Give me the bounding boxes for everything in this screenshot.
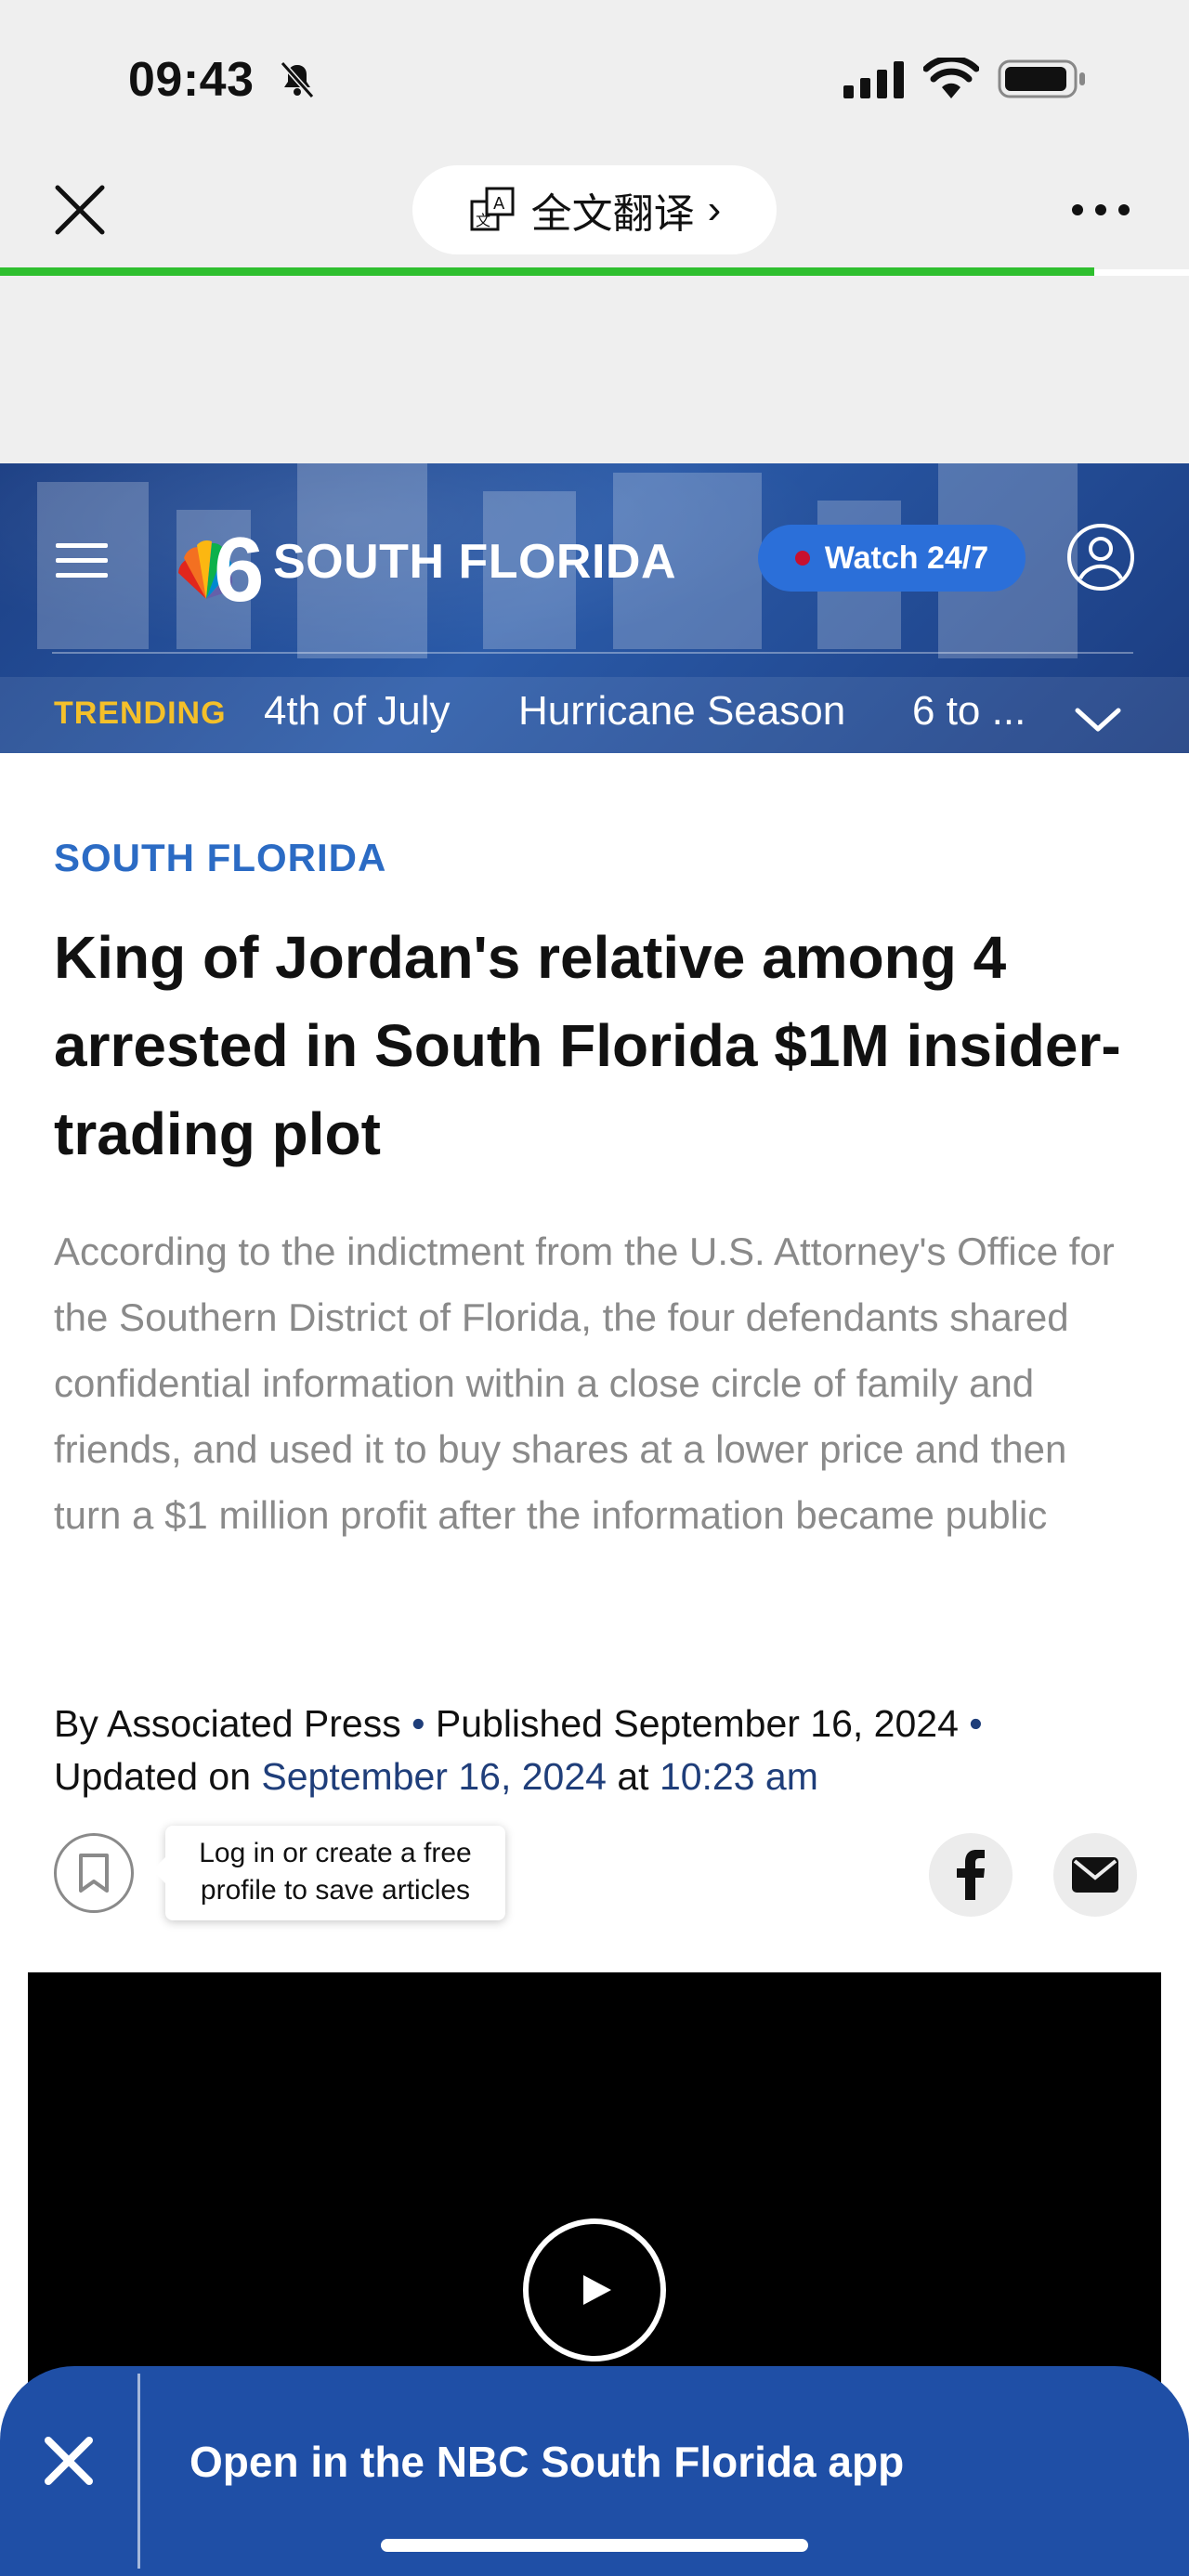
save-article-button[interactable] <box>54 1833 134 1913</box>
translate-button[interactable]: A 文 全文翻译 › <box>412 165 777 254</box>
trending-link[interactable]: 4th of July <box>264 688 451 735</box>
bell-slash-icon <box>280 61 315 98</box>
close-icon[interactable] <box>52 182 108 238</box>
chevron-right-icon: › <box>707 187 722 232</box>
ad-placeholder <box>0 276 1189 463</box>
logo-text: SOUTH FLORIDA <box>273 535 677 589</box>
page-load-progress <box>0 267 1094 276</box>
share-facebook-button[interactable] <box>929 1833 1013 1917</box>
updated-prefix: Updated on <box>54 1755 262 1798</box>
tooltip-line-2: profile to save articles <box>200 1875 471 1906</box>
play-icon[interactable] <box>522 2218 667 2362</box>
svg-text:A: A <box>493 194 505 214</box>
battery-icon <box>998 59 1085 98</box>
updated-time: 10:23 am <box>659 1755 818 1798</box>
live-dot-icon <box>794 551 810 566</box>
status-time: 09:43 <box>128 53 255 107</box>
trending-link[interactable]: 6 to ... <box>912 688 1026 735</box>
byline-separator: • <box>958 1702 983 1745</box>
updated-date: September 16, 2024 <box>261 1755 607 1798</box>
share-email-button[interactable] <box>1053 1833 1137 1917</box>
section-kicker[interactable]: SOUTH FLORIDA <box>54 836 386 880</box>
watch-live-button[interactable]: Watch 24/7 <box>758 525 1026 592</box>
header-divider <box>52 652 1133 654</box>
trending-bar: TRENDING 4th of July Hurricane Season 6 … <box>0 668 1189 751</box>
byline-separator: • <box>400 1702 436 1745</box>
browser-toolbar: A 文 全文翻译 › <box>0 149 1189 269</box>
translate-label: 全文翻译 <box>530 191 695 237</box>
open-in-app-label[interactable]: Open in the NBC South Florida app <box>189 2437 904 2487</box>
site-header: 6 SOUTH FLORIDA Watch 24/7 TRENDING 4th … <box>0 463 1189 753</box>
chevron-down-icon[interactable] <box>1074 705 1122 735</box>
trending-link[interactable]: Hurricane Season <box>518 688 845 735</box>
account-icon[interactable] <box>1066 523 1135 592</box>
svg-text:文: 文 <box>476 212 490 229</box>
updated-at: at <box>606 1755 660 1798</box>
watch-label: Watch 24/7 <box>824 540 989 576</box>
banner-divider <box>137 2374 140 2569</box>
open-in-app-banner[interactable]: Open in the NBC South Florida app <box>0 2366 1189 2576</box>
bookmark-icon <box>79 1854 109 1893</box>
nbc-south-florida-logo[interactable]: 6 SOUTH FLORIDA <box>169 515 676 608</box>
status-bar: 09:43 <box>0 0 1189 149</box>
more-dots-icon[interactable] <box>1068 199 1133 221</box>
published-date: Published September 16, 2024 <box>435 1702 959 1745</box>
facebook-icon <box>957 1850 985 1900</box>
cellular-signal-icon <box>843 61 904 98</box>
home-indicator <box>381 2539 808 2552</box>
byline: By Associated Press • Published Septembe… <box>54 1698 1131 1803</box>
byline-author: By Associated Press <box>54 1702 401 1745</box>
trending-label: TRENDING <box>54 696 227 731</box>
close-icon[interactable] <box>43 2435 95 2487</box>
article-summary: According to the indictment from the U.S… <box>54 1229 1115 1537</box>
article-headline: King of Jordan's relative among 4 arrest… <box>54 924 1121 1167</box>
tooltip-line-1: Log in or create a free <box>199 1838 472 1868</box>
svg-text:6: 6 <box>214 518 265 606</box>
email-icon <box>1072 1857 1118 1893</box>
hamburger-menu-icon[interactable] <box>56 541 108 580</box>
wifi-icon <box>923 58 979 98</box>
save-tooltip: Log in or create a free profile to save … <box>152 1826 505 1920</box>
translate-icon: A 文 <box>470 187 515 231</box>
nbc-peacock-6-icon: 6 <box>178 518 265 606</box>
